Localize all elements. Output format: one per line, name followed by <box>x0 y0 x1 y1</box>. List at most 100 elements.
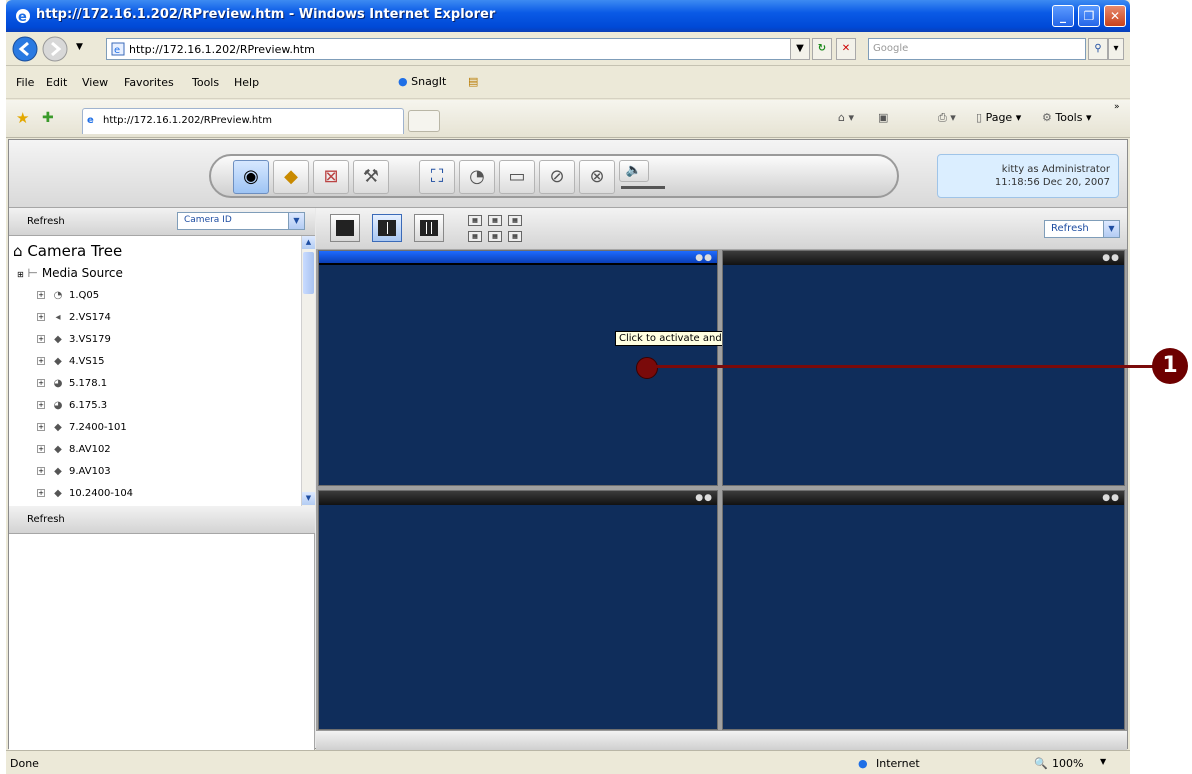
menu-file[interactable]: File <box>16 76 34 89</box>
menu-favorites[interactable]: Favorites <box>124 76 174 89</box>
scroll-up-icon[interactable]: ▲ <box>302 236 315 249</box>
toolbar-capsule: ◉ ◆ ⊠ ⚒ ⛶ ◔ ▭ ⊘ ⊗ 🔈 <box>209 154 899 198</box>
camera-sort-select[interactable]: Camera ID ▼ <box>177 212 305 230</box>
browser-window: e http://172.16.1.202/RPreview.htm - Win… <box>6 0 1130 774</box>
stop-icon[interactable]: ✕ <box>836 38 856 60</box>
history-dropdown-icon[interactable]: ▼ <box>76 42 83 52</box>
snapshot-icon[interactable]: ◔ <box>459 160 495 194</box>
snagit-button[interactable]: ● SnagIt <box>398 75 446 88</box>
layout-2x2-button[interactable] <box>372 214 402 242</box>
expand-icon: + <box>37 313 45 321</box>
tools-menu-button[interactable]: ⚙ Tools ▾ <box>1042 111 1092 124</box>
new-tab-button[interactable] <box>408 110 440 132</box>
tree-scrollbar[interactable]: ▲ ▼ <box>301 236 315 506</box>
menu-help[interactable]: Help <box>234 76 259 89</box>
snagit-window-icon[interactable]: ▤ <box>468 75 478 88</box>
layout-option-icon[interactable]: ▦ <box>468 215 482 226</box>
zoom-icon[interactable]: 🔍 <box>1034 757 1048 770</box>
layout-3x3-button[interactable] <box>414 214 444 242</box>
layout-option-icon[interactable]: ▦ <box>488 231 502 242</box>
refresh-icon[interactable]: ↻ <box>812 38 832 60</box>
tab-page-icon: e <box>87 115 94 126</box>
fullscreen-icon[interactable]: ⛶ <box>419 160 455 194</box>
back-button[interactable] <box>12 36 38 62</box>
tools-hammer-icon[interactable]: ⚒ <box>353 160 389 194</box>
tab-rpreview[interactable]: e http://172.16.1.202/RPreview.htm <box>82 108 404 134</box>
add-favorite-icon[interactable]: ✚ <box>42 110 54 126</box>
media-source-node[interactable]: ⊞ ⊢ Media Source <box>17 266 123 280</box>
video-cell[interactable]: ●● <box>722 490 1125 730</box>
close-button[interactable]: ✕ <box>1104 5 1126 27</box>
refresh-tree-button[interactable]: Refresh <box>27 216 65 227</box>
page-menu-button[interactable]: ▯ Page ▾ <box>976 111 1021 124</box>
forward-button[interactable] <box>42 36 68 62</box>
tree-camera-item[interactable]: + ◕ 5.178.1 <box>37 378 107 389</box>
expand-icon: + <box>37 335 45 343</box>
camera-tree-root[interactable]: ⌂ Camera Tree <box>13 242 122 260</box>
search-input[interactable]: Google <box>868 38 1086 60</box>
layout-option-icon[interactable]: ▦ <box>508 231 522 242</box>
restore-button[interactable]: ❐ <box>1078 5 1100 27</box>
video-cell-header: ●● <box>723 251 1124 265</box>
window-controls-icon[interactable]: ●● <box>695 493 713 503</box>
address-dropdown-button[interactable]: ▼ <box>790 38 810 60</box>
audio-speaker-icon[interactable]: 🔈 <box>619 160 649 182</box>
address-bar-row: ▼ e http://172.16.1.202/RPreview.htm ▼ ↻… <box>6 32 1130 66</box>
bullet-camera-icon: ◂ <box>55 312 61 323</box>
address-input[interactable]: e http://172.16.1.202/RPreview.htm <box>106 38 806 60</box>
scroll-thumb[interactable] <box>303 252 314 294</box>
search-icon[interactable]: ⚲ <box>1088 38 1108 60</box>
favorites-star-icon[interactable]: ★ <box>16 109 29 127</box>
left-panel: Refresh Camera ID ▼ ⌂ Camera Tree ⊞ ⊢ Me… <box>9 208 315 750</box>
tree-camera-item[interactable]: + ◕ 6.175.3 <box>37 400 107 411</box>
camera-tree-toolbar: Refresh Camera ID ▼ <box>9 208 315 236</box>
tree-camera-item[interactable]: + ◔ 1.Q05 <box>37 290 99 301</box>
video-cell[interactable]: ●● <box>318 490 718 730</box>
layout-option-icon[interactable]: ▦ <box>488 215 502 226</box>
window-controls-icon[interactable]: ●● <box>1102 493 1120 503</box>
layout-option-icon[interactable]: ▦ <box>468 231 482 242</box>
media-source-label: Media Source <box>41 266 123 280</box>
menu-tools[interactable]: Tools <box>192 76 219 89</box>
snagit-icon: ● <box>398 75 408 88</box>
video-cell[interactable]: ●● <box>722 250 1125 486</box>
title-bar[interactable]: e http://172.16.1.202/RPreview.htm - Win… <box>6 0 1130 32</box>
home-icon[interactable]: ⌂ ▾ <box>838 111 854 124</box>
tree-camera-item[interactable]: + ◆ 8.AV102 <box>37 444 111 455</box>
scroll-down-icon[interactable]: ▼ <box>302 492 315 505</box>
volume-slider[interactable] <box>621 186 665 189</box>
record-icon[interactable]: ▭ <box>499 160 535 194</box>
search-options-icon[interactable]: ▾ <box>1108 38 1124 60</box>
video-cell[interactable]: ●● Click to activate and use this contro… <box>318 250 806 486</box>
tree-camera-item[interactable]: + ◆ 4.VS15 <box>37 356 104 367</box>
playback-icon[interactable]: ◆ <box>273 160 309 194</box>
window-controls-icon[interactable]: ●● <box>1102 253 1120 263</box>
refresh-lower-button[interactable]: Refresh <box>27 514 65 525</box>
tree-camera-item[interactable]: + ◆ 10.2400-104 <box>37 488 133 499</box>
zoom-dropdown-icon[interactable]: ▼ <box>1100 757 1106 766</box>
camera-label: 4.VS15 <box>69 356 105 367</box>
chevron-down-icon[interactable]: ▼ <box>1103 221 1119 237</box>
menu-edit[interactable]: Edit <box>46 76 67 89</box>
layout-option-icon[interactable]: ▦ <box>508 215 522 226</box>
zoom-level[interactable]: 100% <box>1052 757 1083 770</box>
camera-off-icon[interactable]: ⊗ <box>579 160 615 194</box>
config-icon[interactable]: ⊠ <box>313 160 349 194</box>
layout-1x1-button[interactable] <box>330 214 360 242</box>
minimize-button[interactable]: _ <box>1052 5 1074 27</box>
chevron-more-icon[interactable]: » <box>1114 102 1120 112</box>
feeds-icon[interactable]: ▣ <box>878 111 888 124</box>
tree-camera-item[interactable]: + ◆ 9.AV103 <box>37 466 111 477</box>
window-controls-icon[interactable]: ●● <box>695 253 713 263</box>
print-icon[interactable]: ⎙ ▾ <box>938 111 956 125</box>
chevron-down-icon[interactable]: ▼ <box>288 213 304 229</box>
tree-camera-item[interactable]: + ◆ 7.2400-101 <box>37 422 127 433</box>
refresh-select[interactable]: Refresh ▼ <box>1044 220 1120 238</box>
live-view-eye-icon[interactable]: ◉ <box>233 160 269 194</box>
tree-camera-item[interactable]: + ◆ 3.VS179 <box>37 334 111 345</box>
ptz-icon[interactable]: ⊘ <box>539 160 575 194</box>
menu-view[interactable]: View <box>82 76 108 89</box>
tree-camera-item[interactable]: + ◂ 2.VS174 <box>37 312 111 323</box>
status-text: Done <box>10 757 39 770</box>
tools-menu-label: Tools <box>1055 111 1083 124</box>
